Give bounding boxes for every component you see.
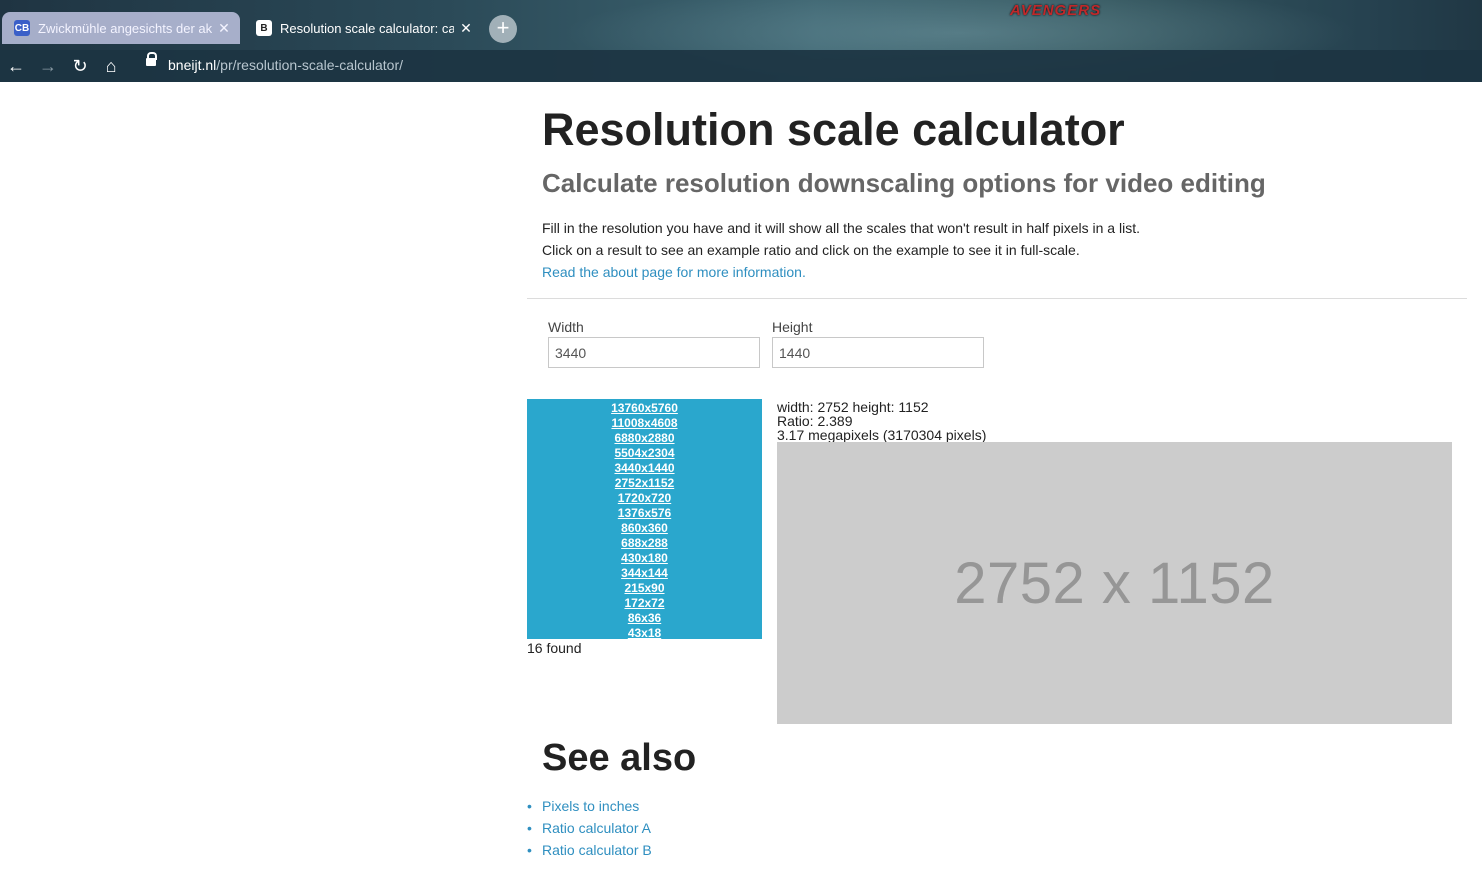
- ratio-calculator-b-link[interactable]: Ratio calculator B: [542, 842, 652, 858]
- home-icon[interactable]: ⌂: [99, 54, 123, 78]
- new-tab-button[interactable]: +: [489, 15, 517, 43]
- width-label: Width: [548, 319, 584, 335]
- list-item: • Pixels to inches: [527, 795, 652, 817]
- selection-ratio: Ratio: 2.389: [777, 413, 853, 429]
- ratio-calculator-a-link[interactable]: Ratio calculator A: [542, 820, 651, 836]
- about-page-link[interactable]: Read the about page for more information: [542, 264, 802, 280]
- selection-megapixels: 3.17 megapixels (3170304 pixels): [777, 427, 987, 443]
- divider: [527, 298, 1467, 299]
- selection-info: width: 2752 height: 1152 Ratio: 2.389 3.…: [777, 400, 986, 442]
- result-item[interactable]: 13760x5760: [527, 401, 762, 416]
- pixels-to-inches-link[interactable]: Pixels to inches: [542, 798, 639, 814]
- page-subtitle: Calculate resolution downscaling options…: [542, 168, 1266, 198]
- about-line: Read the about page for more information…: [542, 261, 1140, 283]
- list-item: • Ratio calculator A: [527, 817, 652, 839]
- page-content: Resolution scale calculator Calculate re…: [0, 82, 1482, 882]
- tab-favicon-icon: B: [256, 20, 272, 36]
- result-item[interactable]: 1376x576: [527, 506, 762, 521]
- height-label: Height: [772, 319, 813, 335]
- forward-arrow-icon[interactable]: →: [36, 54, 60, 78]
- list-item: • Ratio calculator B: [527, 839, 652, 861]
- result-item[interactable]: 344x144: [527, 566, 762, 581]
- tab-zwickmuehle[interactable]: CB Zwickmühle angesichts der aktue ✕: [2, 12, 240, 44]
- result-item[interactable]: 2752x1152: [527, 476, 762, 491]
- intro-line-2: Click on a result to see an example rati…: [542, 242, 1080, 258]
- result-item[interactable]: 688x288: [527, 536, 762, 551]
- width-input[interactable]: [548, 337, 760, 368]
- browser-chrome: AVENGERS CB Zwickmühle angesichts der ak…: [0, 0, 1482, 82]
- page-title: Resolution scale calculator: [542, 104, 1125, 155]
- results-list: 13760x5760 11008x4608 6880x2880 5504x2304 34…: [527, 399, 762, 641]
- back-arrow-icon[interactable]: ←: [4, 54, 28, 78]
- example-preview-image[interactable]: 2752 x 1152: [777, 442, 1452, 724]
- reload-icon[interactable]: ↻: [68, 54, 92, 78]
- results-count: 16 found: [527, 640, 582, 656]
- result-item[interactable]: 430x180: [527, 551, 762, 566]
- result-item[interactable]: 86x36: [527, 611, 762, 626]
- bullet-icon: •: [527, 820, 532, 836]
- address-bar[interactable]: bneijt.nl/pr/resolution-scale-calculator…: [168, 57, 403, 73]
- tab-close-icon[interactable]: ✕: [458, 20, 474, 37]
- tab-title: Resolution scale calculator: calcul: [280, 20, 454, 36]
- result-item[interactable]: 172x72: [527, 596, 762, 611]
- bullet-icon: •: [527, 798, 532, 814]
- result-item[interactable]: 3440x1440: [527, 461, 762, 476]
- intro-line-1: Fill in the resolution you have and it w…: [542, 220, 1140, 236]
- tab-title: Zwickmühle angesichts der aktue: [38, 20, 212, 36]
- url-path: /pr/resolution-scale-calculator/: [216, 57, 404, 73]
- see-also-links: • Pixels to inches • Ratio calculator A • R…: [527, 795, 652, 861]
- url-host: bneijt.nl: [168, 57, 217, 73]
- height-input[interactable]: [772, 337, 984, 368]
- selection-dimensions: width: 2752 height: 1152: [777, 399, 929, 415]
- result-item[interactable]: 6880x2880: [527, 431, 762, 446]
- preview-dimensions-text: 2752 x 1152: [954, 550, 1275, 616]
- see-also-heading: See also: [542, 737, 697, 779]
- result-item[interactable]: 1720x720: [527, 491, 762, 506]
- about-link-period: .: [801, 264, 806, 280]
- result-item[interactable]: 43x18: [527, 626, 762, 641]
- result-item[interactable]: 11008x4608: [527, 416, 762, 431]
- lock-icon[interactable]: [146, 52, 157, 66]
- tab-close-icon[interactable]: ✕: [216, 20, 232, 37]
- intro-text: Fill in the resolution you have and it w…: [542, 217, 1140, 283]
- browser-toolbar: ← → ↻ ⌂ bneijt.nl/pr/resolution-scale-ca…: [0, 50, 1482, 82]
- result-item[interactable]: 860x360: [527, 521, 762, 536]
- result-item[interactable]: 5504x2304: [527, 446, 762, 461]
- tab-resolution-scale-calculator[interactable]: B Resolution scale calculator: calcul ✕: [244, 12, 482, 44]
- result-item[interactable]: 215x90: [527, 581, 762, 596]
- tab-favicon-icon: CB: [14, 20, 30, 36]
- bullet-icon: •: [527, 842, 532, 858]
- theme-banner-logo: AVENGERS: [1010, 2, 1102, 19]
